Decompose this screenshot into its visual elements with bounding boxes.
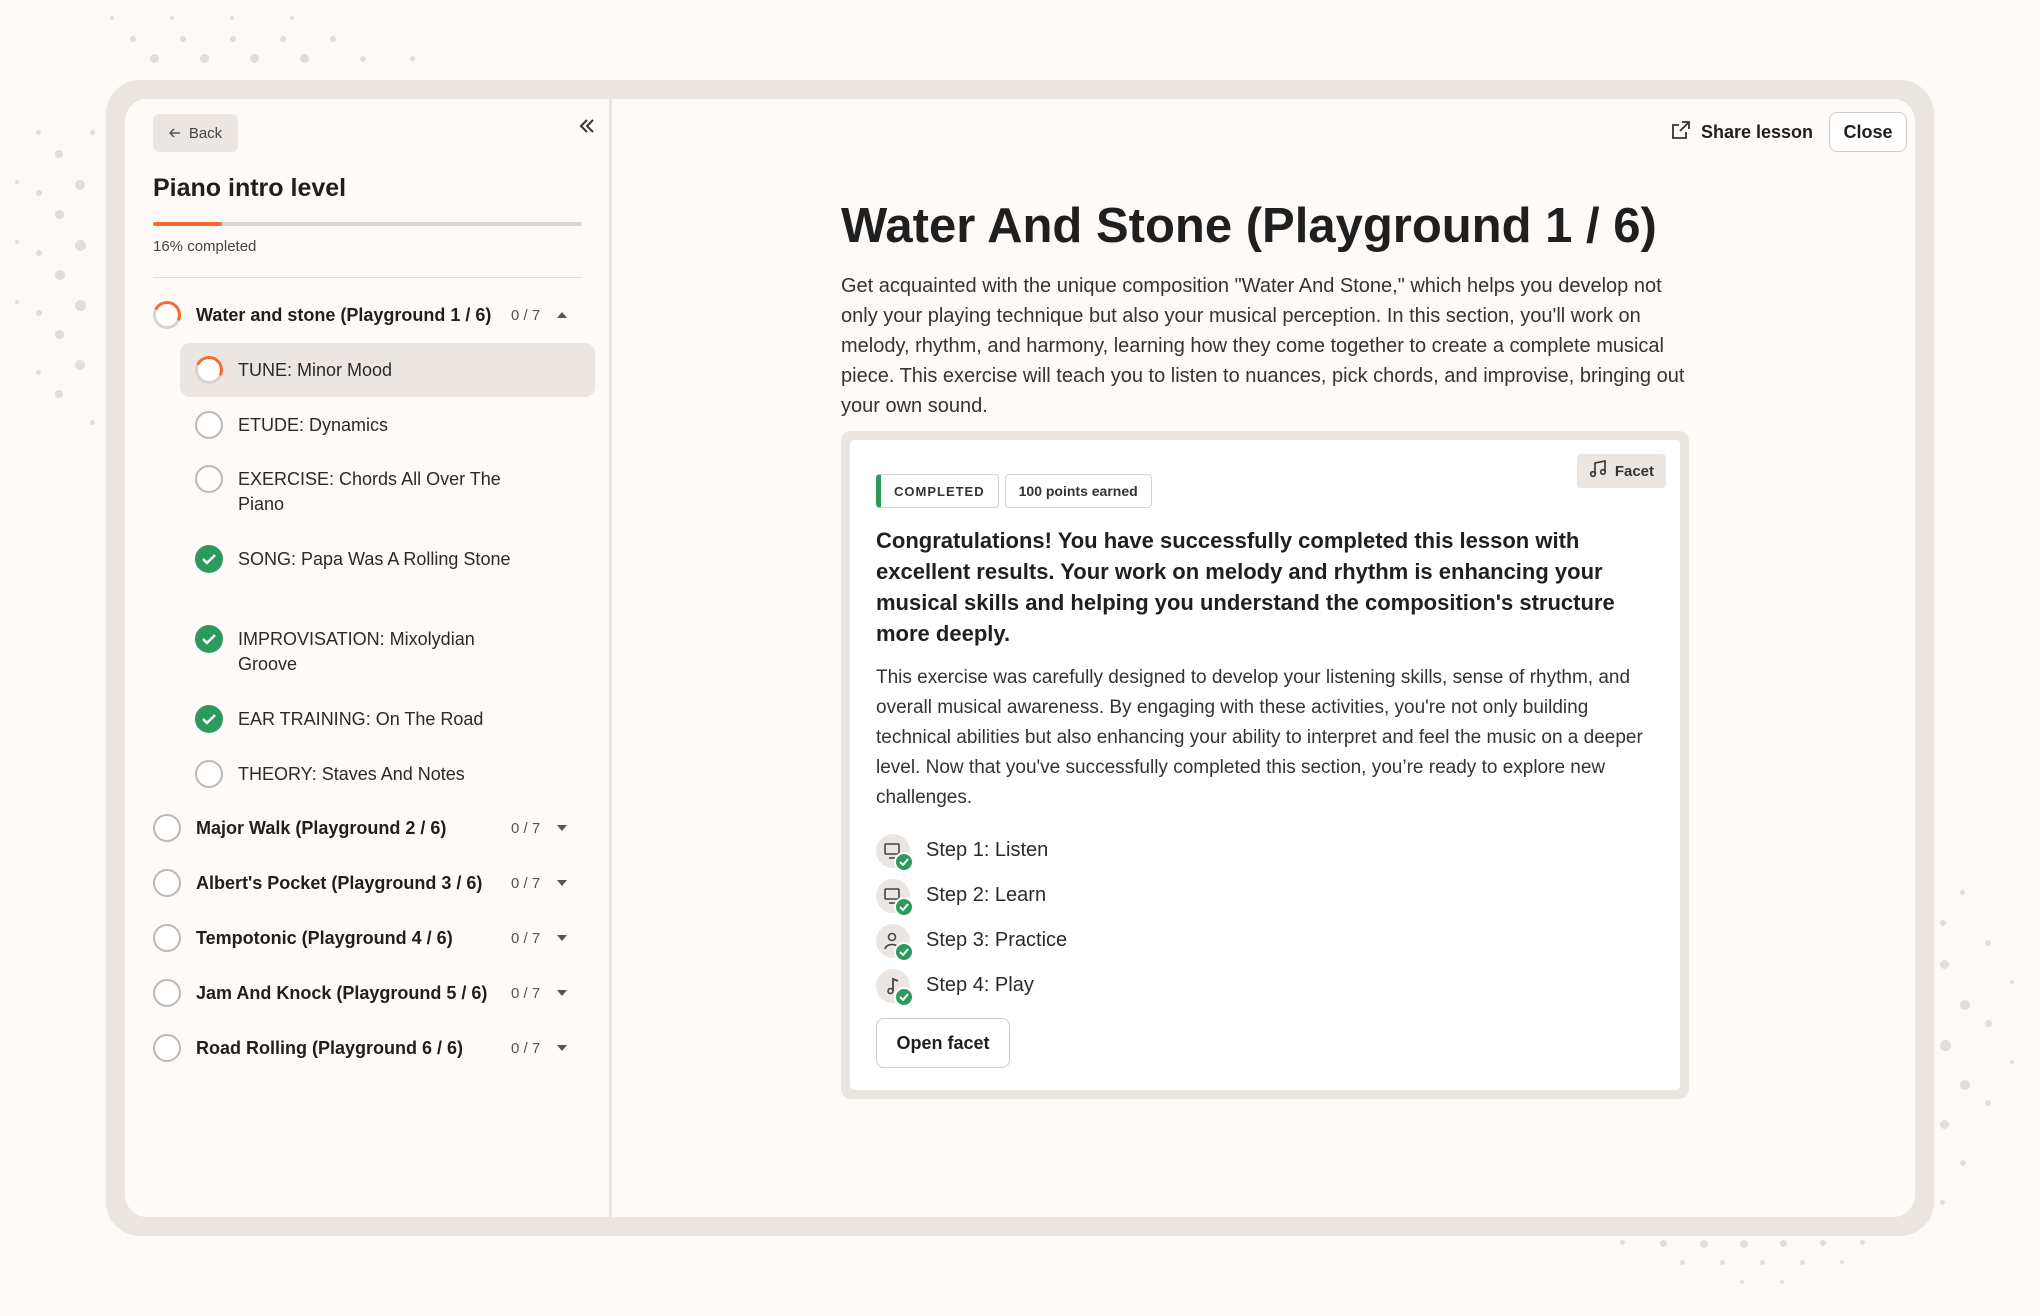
lesson-item-tune-minor-mood[interactable]: TUNE: Minor Mood xyxy=(180,343,595,397)
lesson-item-exercise-chords[interactable]: EXERCISE: Chords All Over The Piano xyxy=(180,465,595,517)
check-badge-icon xyxy=(894,896,914,917)
person-icon xyxy=(876,923,914,962)
monitor-icon xyxy=(876,878,914,917)
section-tempotonic[interactable]: Tempotonic (Playground 4 / 6) 0 / 7 xyxy=(153,918,593,958)
section-label: Tempotonic (Playground 4 / 6) xyxy=(196,927,453,948)
check-badge-icon xyxy=(894,851,914,872)
arrow-left-icon xyxy=(168,125,181,142)
step-label: Step 2: Learn xyxy=(926,884,1047,906)
lesson-window: Back Piano intro level 16% completed Wat… xyxy=(125,99,1915,1217)
lesson-status-ring xyxy=(195,411,223,439)
course-progress-fill xyxy=(153,222,222,226)
course-progress-bar xyxy=(153,222,582,226)
lesson-item-ear-training[interactable]: EAR TRAINING: On The Road xyxy=(180,705,595,733)
chevron-down-icon xyxy=(557,990,567,996)
lesson-label: SONG: Papa Was A Rolling Stone xyxy=(238,549,511,569)
section-count: 0 / 7 xyxy=(511,306,541,324)
section-status-ring xyxy=(153,814,181,842)
step-label: Step 3: Practice xyxy=(926,929,1068,951)
music-note-icon xyxy=(1589,460,1607,482)
back-button[interactable]: Back xyxy=(153,114,238,152)
facet-tag-label: Facet xyxy=(1614,462,1654,480)
section-status-ring xyxy=(153,924,181,952)
lesson-label: TUNE: Minor Mood xyxy=(238,360,393,380)
section-count: 0 / 7 xyxy=(511,984,541,1002)
points-badge: 100 points earned xyxy=(1004,474,1152,508)
section-status-ring xyxy=(153,869,181,897)
lesson-status-ring xyxy=(195,465,223,493)
steps-list: Step 1: Listen Step 2: Learn Step 3: Pra… xyxy=(876,828,1067,1008)
step-item: Step 2: Learn xyxy=(876,873,1067,918)
section-major-walk[interactable]: Major Walk (Playground 2 / 6) 0 / 7 xyxy=(153,808,593,848)
open-facet-button[interactable]: Open facet xyxy=(876,1018,1010,1068)
section-label: Albert's Pocket (Playground 3 / 6) xyxy=(196,872,483,893)
chevron-down-icon xyxy=(557,880,567,886)
share-lesson-label: Share lesson xyxy=(1700,121,1813,142)
chevron-down-icon xyxy=(557,935,567,941)
lesson-label: EXERCISE: Chords All Over The Piano xyxy=(238,469,501,514)
share-lesson-button[interactable]: Share lesson xyxy=(1671,120,1813,145)
collapse-sidebar-icon[interactable] xyxy=(572,111,602,141)
section-road-rolling[interactable]: Road Rolling (Playground 6 / 6) 0 / 7 xyxy=(153,1028,593,1068)
section-label: Jam And Knock (Playground 5 / 6) xyxy=(196,982,488,1003)
music-note-icon xyxy=(876,968,914,1007)
lesson-result-card: Facet COMPLETED 100 points earned Congra… xyxy=(850,440,1680,1090)
check-circle-icon xyxy=(195,625,223,653)
section-label: Major Walk (Playground 2 / 6) xyxy=(196,817,447,838)
section-status-ring xyxy=(153,1034,181,1062)
section-alberts-pocket[interactable]: Albert's Pocket (Playground 3 / 6) 0 / 7 xyxy=(153,863,593,903)
course-sidebar: Back Piano intro level 16% completed Wat… xyxy=(125,99,612,1217)
check-circle-icon xyxy=(195,705,223,733)
lesson-label: IMPROVISATION: Mixolydian Groove xyxy=(238,629,475,674)
step-label: Step 1: Listen xyxy=(926,839,1049,861)
completed-badge: COMPLETED xyxy=(876,474,999,508)
section-status-ring xyxy=(153,979,181,1007)
section-jam-and-knock[interactable]: Jam And Knock (Playground 5 / 6) 0 / 7 xyxy=(153,973,593,1013)
chevron-down-icon xyxy=(557,825,567,831)
step-item: Step 4: Play xyxy=(876,963,1067,1008)
step-item: Step 1: Listen xyxy=(876,828,1067,873)
section-label: Road Rolling (Playground 6 / 6) xyxy=(196,1037,464,1058)
lesson-progress-ring xyxy=(191,352,227,388)
step-item: Step 3: Practice xyxy=(876,918,1067,963)
monitor-icon xyxy=(876,833,914,872)
lesson-item-etude-dynamics[interactable]: ETUDE: Dynamics xyxy=(180,411,595,439)
course-progress-text: 16% completed xyxy=(153,238,257,255)
lesson-item-theory-staves[interactable]: THEORY: Staves And Notes xyxy=(180,760,595,788)
section-count: 0 / 7 xyxy=(511,1039,541,1057)
page-description: Get acquainted with the unique compositi… xyxy=(841,275,1685,417)
lesson-status-ring xyxy=(195,760,223,788)
result-badges: COMPLETED 100 points earned xyxy=(876,474,1152,508)
section-progress-ring xyxy=(149,297,185,333)
section-label: Water and stone (Playground 1 / 6) xyxy=(196,304,492,325)
lesson-label: THEORY: Staves And Notes xyxy=(238,764,465,784)
chevron-down-icon xyxy=(557,1045,567,1051)
section-count: 0 / 7 xyxy=(511,874,541,892)
check-circle-icon xyxy=(195,545,223,573)
lesson-item-improvisation[interactable]: IMPROVISATION: Mixolydian Groove xyxy=(180,625,595,677)
sidebar-divider xyxy=(153,277,582,278)
section-count: 0 / 7 xyxy=(511,929,541,947)
facet-tag: Facet xyxy=(1576,454,1666,488)
lesson-result-panel: Facet COMPLETED 100 points earned Congra… xyxy=(841,431,1689,1099)
congratulations-message: Congratulations! You have successfully c… xyxy=(876,528,1615,646)
lesson-label: EAR TRAINING: On The Road xyxy=(238,709,484,729)
check-badge-icon xyxy=(894,986,914,1007)
lesson-label: ETUDE: Dynamics xyxy=(238,415,389,435)
header-actions: Share lesson Close xyxy=(1671,112,1907,152)
section-count: 0 / 7 xyxy=(511,819,541,837)
external-link-icon xyxy=(1671,120,1691,145)
result-description: This exercise was carefully designed to … xyxy=(876,667,1643,808)
lesson-item-song-papa[interactable]: SONG: Papa Was A Rolling Stone xyxy=(180,545,595,573)
close-button[interactable]: Close xyxy=(1829,112,1907,152)
course-title: Piano intro level xyxy=(153,174,347,202)
check-badge-icon xyxy=(894,941,914,962)
back-label: Back xyxy=(188,124,223,142)
chevron-up-icon xyxy=(557,312,567,318)
step-label: Step 4: Play xyxy=(926,974,1034,996)
section-water-and-stone[interactable]: Water and stone (Playground 1 / 6) 0 / 7 xyxy=(149,295,593,335)
page-title: Water And Stone (Playground 1 / 6) xyxy=(841,199,1657,253)
